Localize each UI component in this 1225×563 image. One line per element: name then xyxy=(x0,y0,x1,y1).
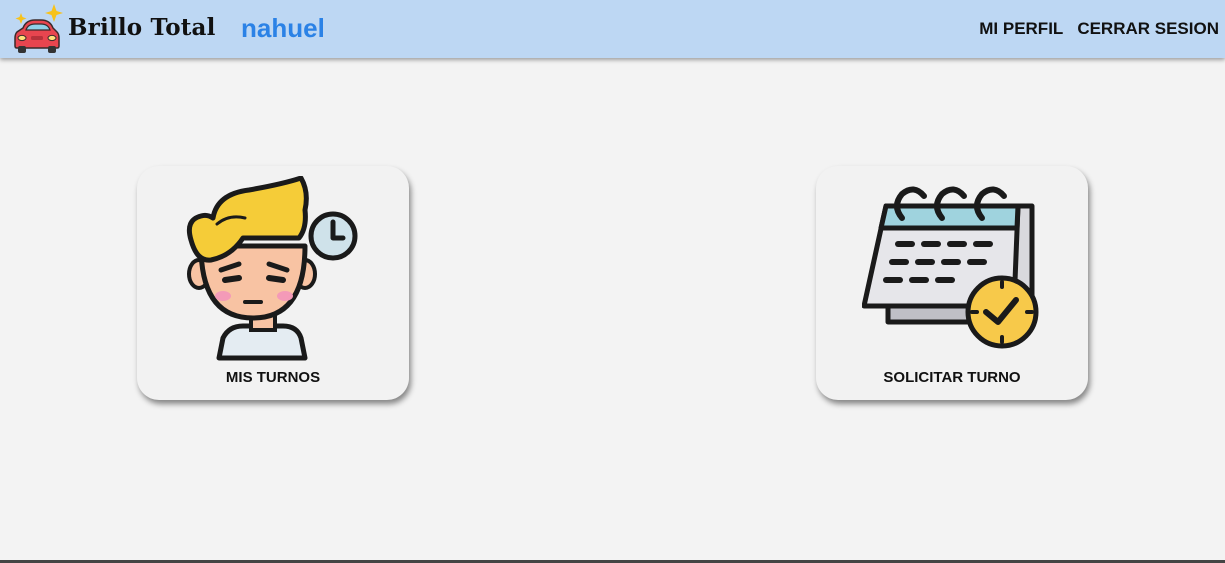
page: Brillo Total nahuel MI PERFIL CERRAR SES… xyxy=(0,0,1225,563)
username-label: nahuel xyxy=(241,13,325,43)
my-appointments-label: MIS TURNOS xyxy=(225,369,321,386)
car-sparkle-icon[interactable] xyxy=(9,2,65,56)
person-clock-icon xyxy=(186,176,358,361)
my-appointments-card[interactable]: MIS TURNOS xyxy=(137,166,409,400)
profile-link[interactable]: MI PERFIL xyxy=(979,19,1063,39)
request-appointment-label: SOLICITAR TURNO xyxy=(883,369,1021,386)
brand-title: Brillo Total xyxy=(68,14,216,41)
calendar-clock-icon xyxy=(862,186,1039,349)
top-navbar: Brillo Total nahuel MI PERFIL CERRAR SES… xyxy=(0,0,1225,58)
header-nav: MI PERFIL CERRAR SESION xyxy=(979,19,1219,39)
request-appointment-card[interactable]: SOLICITAR TURNO xyxy=(816,166,1088,400)
logout-link[interactable]: CERRAR SESION xyxy=(1077,19,1219,39)
